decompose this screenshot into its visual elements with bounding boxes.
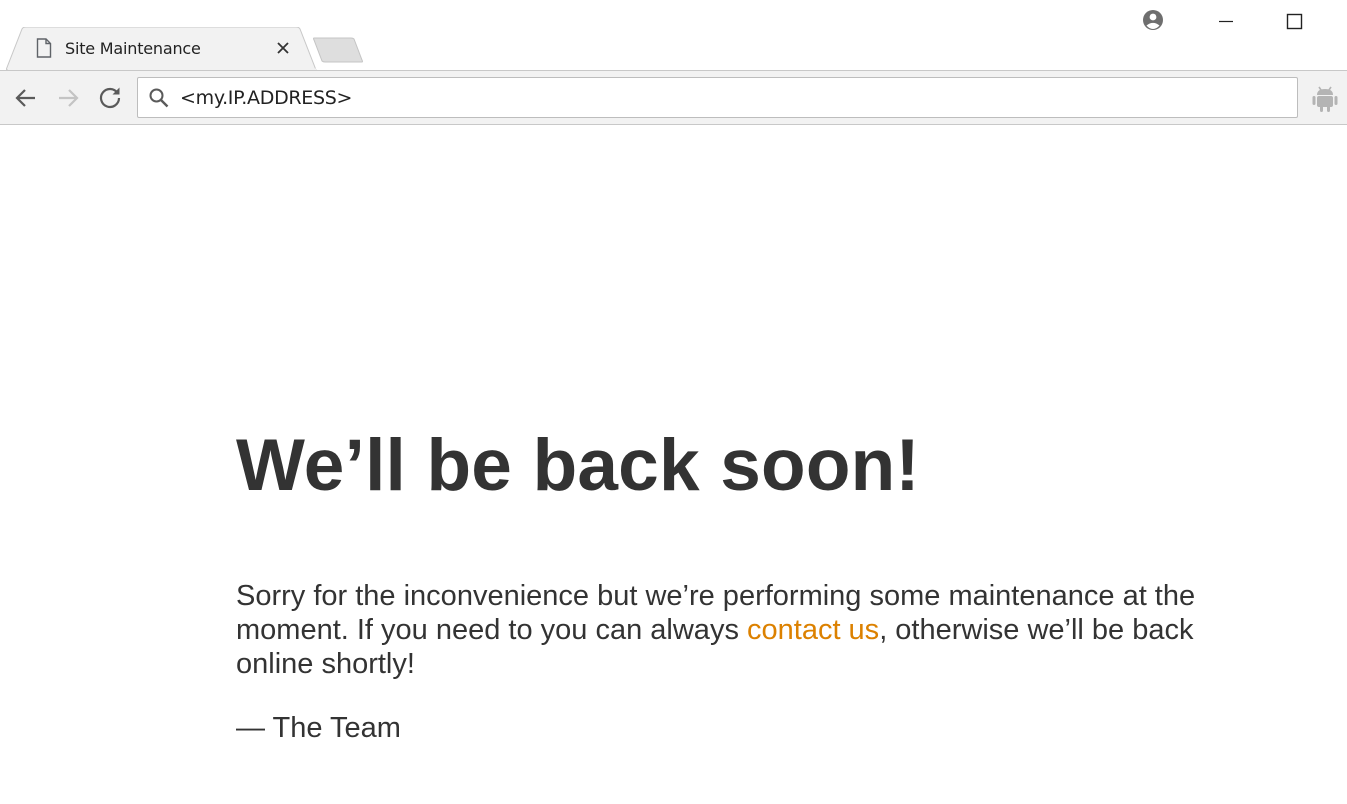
profile-icon[interactable] [1139, 8, 1167, 36]
tab-title: Site Maintenance [65, 39, 201, 58]
close-icon[interactable] [274, 39, 292, 57]
page-icon [36, 38, 52, 58]
browser-toolbar: <my.IP.ADDRESS> [0, 70, 1347, 125]
forward-arrow-icon[interactable] [54, 84, 82, 112]
title-bar: Site Maintenance [0, 0, 1347, 70]
signature: — The Team [236, 712, 401, 744]
maintenance-content: We’ll be back soon! Sorry for the inconv… [236, 420, 1226, 745]
address-text[interactable]: <my.IP.ADDRESS> [180, 87, 352, 109]
minimize-icon[interactable] [1212, 8, 1240, 36]
tab-site-maintenance[interactable]: Site Maintenance [6, 27, 318, 70]
search-icon [149, 88, 169, 108]
new-tab-button[interactable] [312, 37, 364, 63]
back-arrow-icon[interactable] [12, 84, 40, 112]
address-bar[interactable]: <my.IP.ADDRESS> [137, 77, 1298, 118]
page-headline: We’ll be back soon! [236, 425, 920, 506]
maintenance-message: Sorry for the inconvenience but we’re pe… [236, 579, 1221, 681]
contact-us-link[interactable]: contact us [747, 614, 879, 646]
maximize-icon[interactable] [1280, 8, 1308, 36]
android-extension-icon[interactable] [1311, 83, 1339, 113]
reload-icon[interactable] [96, 84, 124, 112]
